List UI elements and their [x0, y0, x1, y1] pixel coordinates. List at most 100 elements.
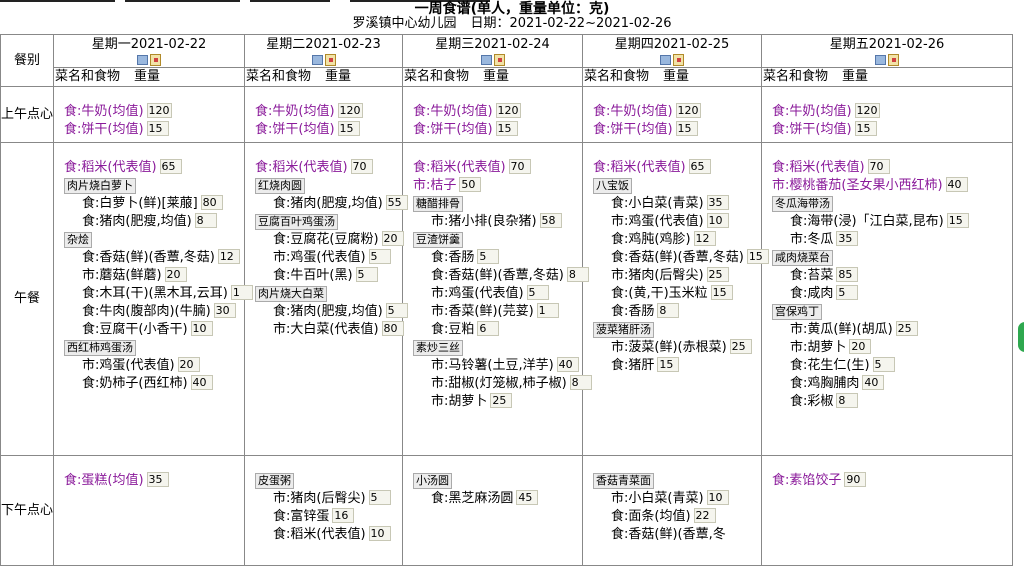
weight-value[interactable]: 70 [508, 159, 531, 174]
dish-name[interactable]: 宫保鸡丁 [772, 304, 822, 320]
weight-value[interactable]: 65 [159, 159, 182, 174]
weight-value[interactable]: 15 [337, 121, 360, 136]
dish-name[interactable]: 小汤圆 [413, 473, 452, 489]
weight-value[interactable]: 22 [693, 508, 716, 523]
food-item: 食:牛奶(均值) 120 [772, 103, 1012, 121]
weight-value[interactable]: 30 [213, 303, 236, 318]
copy-icon[interactable] [872, 54, 902, 66]
weight-value[interactable]: 5 [477, 249, 500, 264]
weight-value[interactable]: 5 [526, 285, 549, 300]
dish-name[interactable]: 豆腐百叶鸡蛋汤 [255, 214, 338, 230]
weight-value[interactable]: 5 [368, 490, 391, 505]
food-item-name: 食:牛奶(均值) [772, 104, 852, 119]
food-item: 食:木耳(干)(黑木耳,云耳) 1 [64, 285, 253, 303]
weight-value[interactable]: 1 [536, 303, 559, 318]
dish-name[interactable]: 糖醋排骨 [413, 196, 463, 212]
food-item-name: 市:猪肉(后臀尖) [273, 491, 366, 506]
dish-name[interactable]: 西红柿鸡蛋汤 [64, 340, 136, 356]
staple-item: 食:稻米(代表值) 70 [772, 159, 1012, 177]
dish-name[interactable]: 豆渣饼羹 [413, 232, 463, 248]
weight-value[interactable]: 15 [146, 121, 169, 136]
note-icon[interactable] [673, 54, 684, 66]
weight-value[interactable]: 10 [368, 526, 391, 541]
weight-value[interactable]: 70 [350, 159, 373, 174]
food-item: 食:鸡胸脯肉 40 [772, 375, 1012, 393]
dish-name[interactable]: 皮蛋粥 [255, 473, 294, 489]
copy-icon[interactable] [309, 54, 339, 66]
weight-value[interactable]: 5 [368, 249, 391, 264]
note-icon[interactable] [493, 54, 505, 66]
weight-value[interactable]: 15 [854, 121, 877, 136]
note-icon[interactable] [888, 54, 899, 66]
copy-icon[interactable] [657, 54, 687, 66]
weight-value[interactable]: 25 [729, 339, 752, 354]
food-item-name: 市:大白菜(代表值) [273, 322, 379, 337]
weight-value[interactable]: 15 [657, 357, 680, 372]
weight-value[interactable]: 50 [459, 177, 482, 192]
side-widget-icon[interactable] [1018, 322, 1024, 352]
weight-value[interactable]: 10 [706, 213, 729, 228]
weight-value[interactable]: 35 [836, 231, 859, 246]
weight-value[interactable]: 25 [895, 321, 918, 336]
weight-value[interactable]: 120 [495, 103, 521, 118]
weight-value[interactable]: 5 [355, 267, 378, 282]
note-icon[interactable] [324, 54, 336, 66]
weight-value[interactable]: 15 [675, 121, 698, 136]
lunch-cell: 食:稻米(代表值) 70 市:桔子 50 糖醋排骨 市:猪小排(良杂猪) 58 豆渣饼羹 食:香… [402, 142, 592, 456]
weight-value[interactable]: 8 [836, 393, 859, 408]
dish-name[interactable]: 咸肉烧菜台 [772, 250, 833, 266]
weight-value[interactable]: 12 [693, 231, 716, 246]
dish-name[interactable]: 红烧肉圆 [255, 178, 305, 194]
weight-value[interactable]: 20 [849, 339, 872, 354]
weight-value[interactable]: 35 [146, 472, 169, 487]
weight-value[interactable]: 15 [946, 213, 969, 228]
weight-value[interactable]: 10 [706, 490, 729, 505]
weight-value[interactable]: 12 [217, 249, 240, 264]
weight-value[interactable]: 120 [854, 103, 880, 118]
weight-value[interactable]: 58 [539, 213, 562, 228]
dish-block: 香菇青菜面 [593, 472, 761, 490]
weight-value[interactable]: 35 [706, 195, 729, 210]
weight-value[interactable]: 90 [844, 472, 867, 487]
weight-value[interactable]: 25 [706, 267, 729, 282]
weight-value[interactable]: 20 [381, 231, 404, 246]
weight-value[interactable]: 40 [190, 375, 213, 390]
weight-value[interactable]: 120 [146, 103, 172, 118]
weight-value[interactable]: 40 [945, 177, 968, 192]
weight-value[interactable]: 8 [194, 213, 217, 228]
weight-value[interactable]: 16 [332, 508, 355, 523]
dish-name[interactable]: 杂烩 [64, 232, 92, 248]
weight-value[interactable]: 20 [177, 357, 200, 372]
food-item-name: 食:面条(均值) [611, 509, 691, 524]
weight-value[interactable]: 25 [490, 393, 513, 408]
weight-value[interactable]: 8 [657, 303, 680, 318]
weight-value[interactable]: 45 [516, 490, 539, 505]
dish-name[interactable]: 肉片烧大白菜 [255, 286, 327, 302]
weight-value[interactable]: 120 [337, 103, 363, 118]
dish-name[interactable]: 菠菜猪肝汤 [593, 322, 654, 338]
weight-value[interactable]: 120 [675, 103, 701, 118]
weight-value[interactable]: 80 [381, 321, 404, 336]
weight-value[interactable]: 65 [688, 159, 711, 174]
weight-value[interactable]: 5 [836, 285, 859, 300]
weight-value[interactable]: 20 [164, 267, 187, 282]
weight-value[interactable]: 15 [495, 121, 518, 136]
dish-name[interactable]: 香菇青菜面 [593, 473, 654, 489]
copy-icon[interactable] [134, 54, 164, 66]
dish-name[interactable]: 肉片烧白萝卜 [64, 178, 136, 194]
weight-value[interactable]: 85 [836, 267, 859, 282]
dish-name[interactable]: 冬瓜海带汤 [772, 196, 833, 212]
weight-value[interactable]: 40 [556, 357, 579, 372]
copy-icon[interactable] [478, 54, 508, 66]
dish-name[interactable]: 八宝饭 [593, 178, 632, 194]
weight-value[interactable]: 10 [190, 321, 213, 336]
weight-value[interactable]: 6 [477, 321, 500, 336]
food-item: 市:鸡蛋(代表值) 5 [413, 285, 582, 303]
dish-name[interactable]: 素炒三丝 [413, 340, 463, 356]
weight-value[interactable]: 40 [862, 375, 885, 390]
weight-value[interactable]: 15 [710, 285, 733, 300]
weight-value[interactable]: 5 [872, 357, 895, 372]
note-icon[interactable] [150, 54, 161, 66]
weight-value[interactable]: 70 [867, 159, 890, 174]
weight-value[interactable]: 80 [200, 195, 223, 210]
